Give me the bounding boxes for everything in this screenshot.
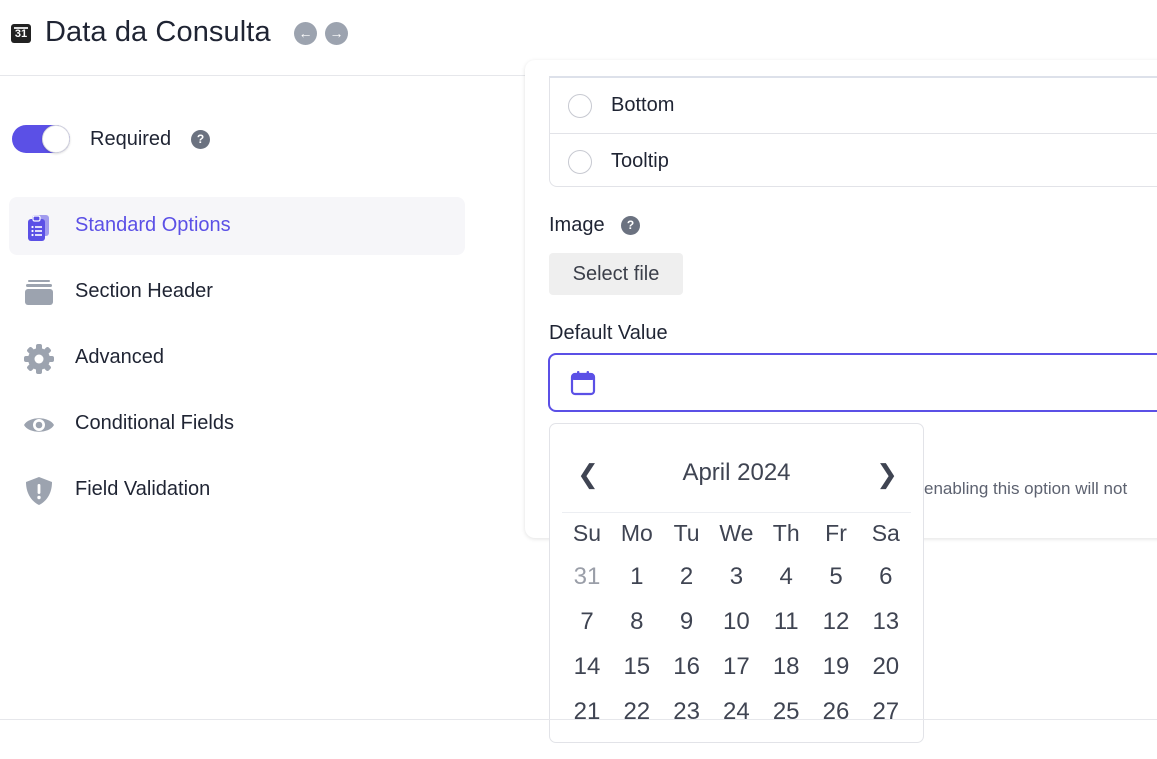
calendar-day[interactable]: 2 (662, 563, 712, 591)
calendar-day[interactable]: 31 (562, 563, 612, 591)
next-month-button[interactable]: ❯ (872, 459, 902, 490)
weekday-header: Th (772, 520, 800, 546)
required-toggle[interactable] (12, 125, 70, 153)
calendar-day[interactable]: 27 (861, 698, 911, 726)
sidebar-item-standard-options[interactable]: Standard Options (9, 197, 465, 255)
eye-icon (24, 418, 54, 432)
weekday-header: Mo (620, 520, 653, 546)
calendar-day[interactable]: 26 (811, 698, 861, 726)
calendar-day[interactable]: 22 (612, 698, 662, 726)
calendar-day[interactable]: 23 (662, 698, 712, 726)
app-root: 31 Data da Consulta ← → Required ? Stand… (0, 0, 1157, 759)
calendar-icon (570, 371, 596, 396)
weekday-header: Su (572, 520, 602, 546)
calendar-day[interactable]: 15 (612, 653, 662, 681)
calendar-day[interactable]: 9 (662, 608, 712, 636)
month-label: April 2024 (682, 459, 791, 486)
calendar-day[interactable]: 17 (711, 653, 761, 681)
calendar-day[interactable]: 19 (811, 653, 861, 681)
calendar-day[interactable]: 1 (612, 563, 662, 591)
calendar-day[interactable]: 8 (612, 608, 662, 636)
image-help-icon[interactable]: ? (621, 216, 640, 235)
weekday-header: Sa (871, 520, 900, 546)
calendar-day[interactable]: 4 (761, 563, 811, 591)
label-position-options: Bottom Tooltip (549, 76, 1157, 187)
radio-button[interactable] (568, 150, 592, 174)
calendar-day[interactable]: 25 (761, 698, 811, 726)
image-label: Image (549, 214, 605, 236)
select-file-button[interactable]: Select file (549, 253, 683, 295)
calendar-emoji-icon: 31 (11, 24, 31, 43)
calendar-day[interactable]: 21 (562, 698, 612, 726)
radio-label: Bottom (611, 94, 675, 116)
sidebar-item-label: Standard Options (75, 214, 231, 236)
previous-field-button[interactable]: ← (294, 22, 317, 45)
sidebar-item-conditional-fields[interactable]: Conditional Fields (9, 395, 465, 453)
calendar-day[interactable]: 5 (811, 563, 861, 591)
default-value-label: Default Value (549, 322, 668, 344)
radio-label: Tooltip (611, 150, 669, 172)
footer-divider (0, 719, 1157, 720)
next-field-button[interactable]: → (325, 22, 348, 45)
sidebar-item-advanced[interactable]: Advanced (9, 329, 465, 387)
sidebar-item-section-header[interactable]: Section Header (9, 263, 465, 321)
calendar-day[interactable]: 13 (861, 608, 911, 636)
sidebar-item-label: Advanced (75, 346, 164, 368)
default-value-date-input[interactable] (548, 353, 1157, 412)
calendar-day[interactable]: 10 (711, 608, 761, 636)
sidebar-item-field-validation[interactable]: Field Validation (9, 461, 465, 519)
option-hint-text: enabling this option will not (924, 479, 1128, 498)
calendar-day[interactable]: 6 (861, 563, 911, 591)
required-label: Required (90, 128, 172, 150)
datepicker-popup: ❮ April 2024 ❯ Su Mo Tu We Th Fr Sa 31 1 2 3 4 5 6 7 8 9… (549, 423, 924, 743)
gear-icon (24, 344, 54, 374)
clipboard-list-icon (28, 215, 49, 241)
calendar-day[interactable]: 14 (562, 653, 612, 681)
calendar-day[interactable]: 7 (562, 608, 612, 636)
radio-option-tooltip[interactable]: Tooltip (550, 133, 1157, 188)
radio-option-bottom[interactable]: Bottom (550, 78, 1157, 133)
sidebar-item-label: Field Validation (75, 478, 211, 500)
sidebar-item-label: Conditional Fields (75, 412, 234, 434)
calendar-day[interactable]: 12 (811, 608, 861, 636)
weekday-header: We (719, 520, 754, 546)
calendar-day[interactable]: 18 (761, 653, 811, 681)
page-title: Data da Consulta (45, 16, 271, 48)
weekday-header: Tu (673, 520, 700, 546)
calendar-day[interactable]: 16 (662, 653, 712, 681)
picker-divider (562, 512, 911, 513)
required-help-icon[interactable]: ? (191, 130, 210, 149)
calendar-day[interactable]: 3 (711, 563, 761, 591)
sidebar-item-label: Section Header (75, 280, 213, 302)
calendar-day[interactable]: 20 (861, 653, 911, 681)
radio-button[interactable] (568, 94, 592, 118)
weekday-header: Fr (825, 520, 847, 546)
toggle-knob (42, 125, 70, 153)
calendar-day[interactable]: 11 (761, 608, 811, 636)
layers-icon (25, 280, 53, 305)
shield-alert-icon (26, 477, 52, 505)
calendar-day[interactable]: 24 (711, 698, 761, 726)
